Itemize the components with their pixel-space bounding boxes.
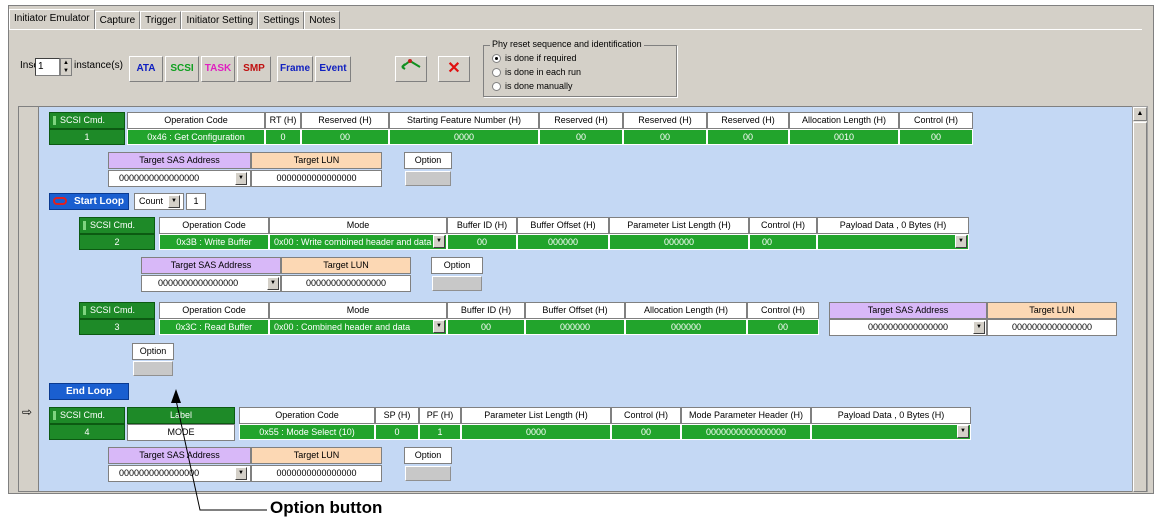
annotation-leader-line (175, 399, 267, 511)
annotation-callout (171, 389, 267, 511)
annotation-label: Option button (270, 498, 383, 517)
annotation-arrowhead-icon (171, 389, 181, 403)
